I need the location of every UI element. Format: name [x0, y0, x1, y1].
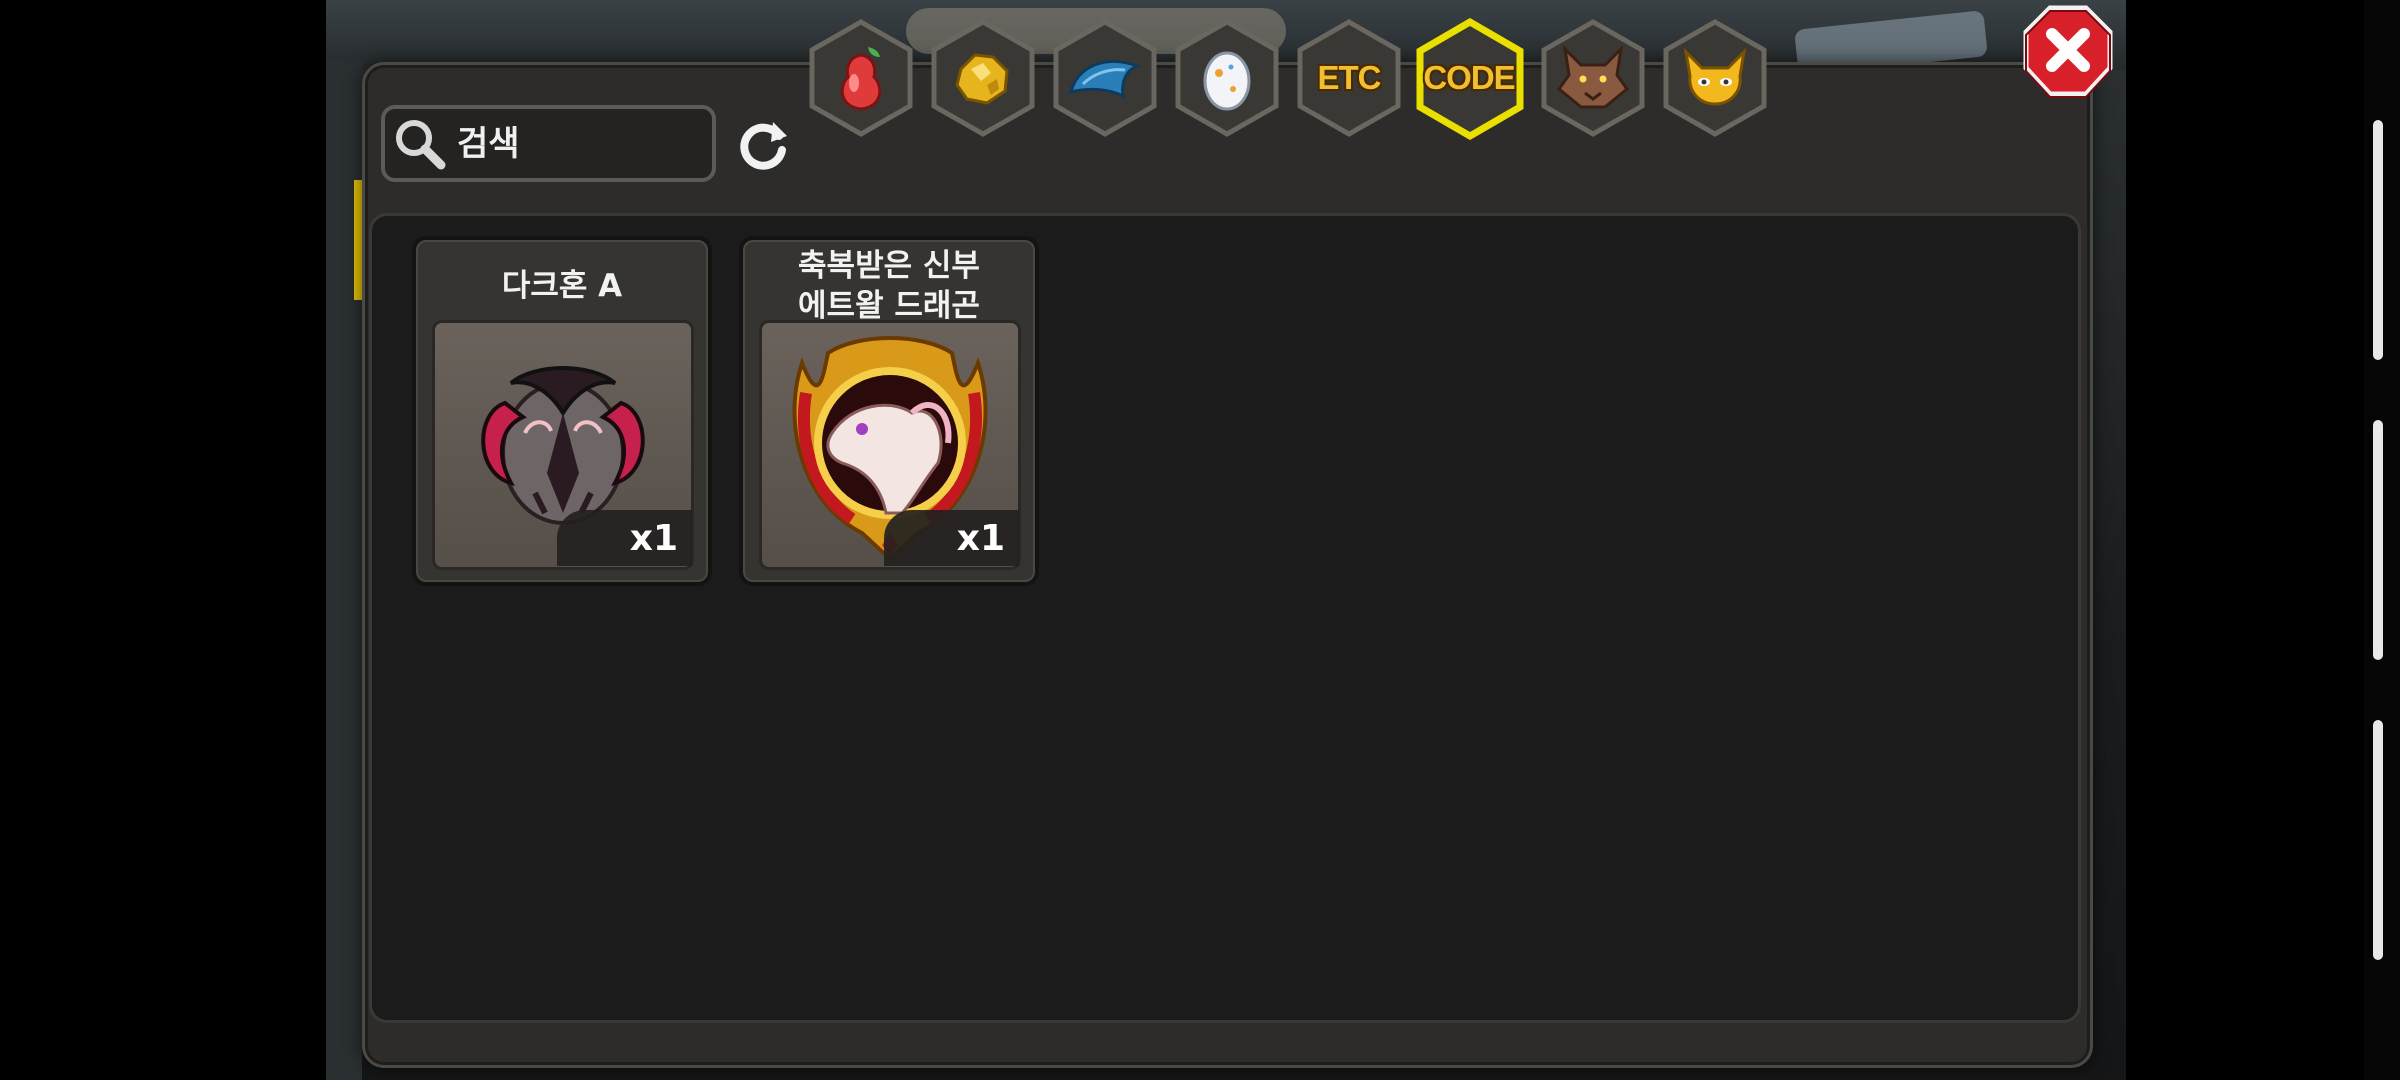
- code-text-icon: CODE: [1423, 59, 1515, 96]
- close-icon: [2023, 5, 2113, 98]
- tab-fruit[interactable]: [806, 18, 916, 138]
- item-card[interactable]: 축복받은 신부 에트왈 드래곤 x1: [739, 236, 1039, 586]
- tab-code[interactable]: CODE: [1414, 18, 1524, 140]
- tab-monster[interactable]: [1660, 18, 1770, 138]
- gold-nugget-icon: [951, 49, 1015, 107]
- search-input[interactable]: [455, 122, 699, 165]
- tab-beast[interactable]: [1538, 18, 1648, 138]
- tab-material[interactable]: [1050, 18, 1160, 138]
- tab-etc[interactable]: ETC: [1294, 18, 1404, 138]
- tab-gold[interactable]: [928, 18, 1038, 138]
- pear-icon: [830, 43, 892, 113]
- tab-egg[interactable]: [1172, 18, 1282, 138]
- etc-text-icon: ETC: [1317, 59, 1382, 96]
- scrollbar-thumb[interactable]: [2373, 420, 2383, 660]
- refresh-button[interactable]: [733, 116, 793, 176]
- close-button[interactable]: [2020, 2, 2116, 102]
- item-name: 다크혼 A: [501, 268, 623, 304]
- search-box[interactable]: [381, 105, 716, 182]
- egg-icon: [1201, 45, 1253, 111]
- scrollbar-thumb[interactable]: [2373, 120, 2383, 360]
- item-name: 축복받은 신부 에트왈 드래곤: [798, 248, 980, 324]
- item-quantity: x1: [557, 510, 692, 566]
- blue-scale-icon: [1067, 52, 1143, 104]
- item-card[interactable]: 다크혼 A x1: [412, 236, 712, 586]
- horned-mask-icon: [1682, 48, 1748, 108]
- refresh-icon: [740, 122, 787, 170]
- item-quantity: x1: [884, 510, 1019, 566]
- scrollbar-thumb[interactable]: [2373, 720, 2383, 960]
- wolf-head-icon: [1557, 45, 1629, 111]
- search-icon: [385, 109, 455, 178]
